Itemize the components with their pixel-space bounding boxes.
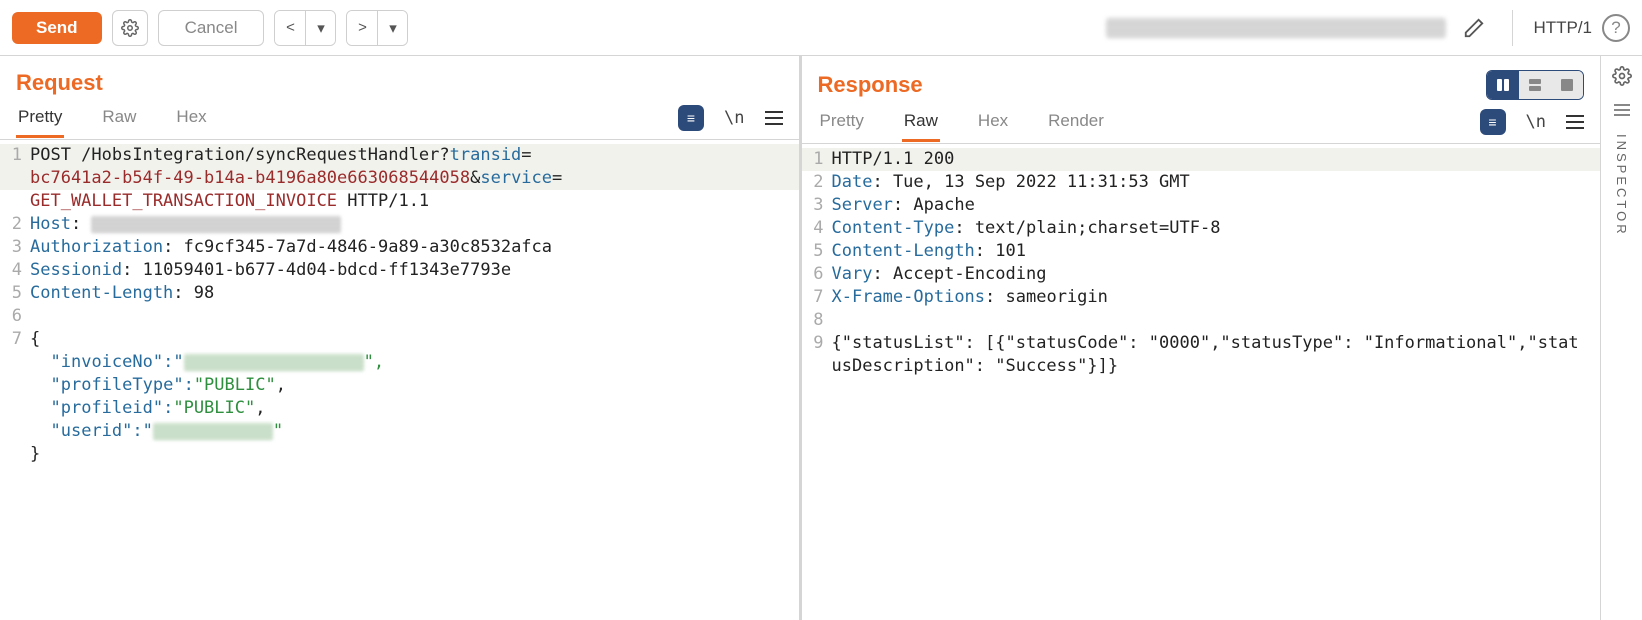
prev-dropdown[interactable]: ▾: [305, 11, 335, 45]
next-dropdown[interactable]: ▾: [377, 11, 407, 45]
rail-settings-button[interactable]: [1612, 66, 1632, 86]
help-button[interactable]: ?: [1602, 14, 1630, 42]
tab-request-pretty[interactable]: Pretty: [16, 97, 64, 138]
redacted-userid: [153, 423, 273, 440]
request-editor[interactable]: 1POST /HobsIntegration/syncRequestHandle…: [0, 140, 799, 620]
response-title: Response: [818, 72, 1487, 98]
protocol-label[interactable]: HTTP/1: [1533, 18, 1592, 38]
tab-response-raw[interactable]: Raw: [902, 101, 940, 142]
next-button[interactable]: >: [347, 11, 377, 45]
target-label: [1106, 18, 1446, 38]
prev-button[interactable]: <: [275, 11, 305, 45]
layout-horizontal-button[interactable]: [1519, 71, 1551, 99]
request-title: Request: [16, 70, 783, 96]
tab-response-render[interactable]: Render: [1046, 101, 1106, 142]
request-tabs: Pretty Raw Hex ≡ \n: [0, 96, 799, 140]
prev-group: < ▾: [274, 10, 336, 46]
response-menu-icon[interactable]: [1566, 115, 1584, 129]
redacted-host: [91, 216, 341, 233]
cancel-button[interactable]: Cancel: [158, 10, 265, 46]
tab-request-hex[interactable]: Hex: [174, 97, 208, 138]
request-actions-chip[interactable]: ≡: [678, 105, 704, 131]
gear-icon: [121, 19, 139, 37]
layout-vertical-button[interactable]: [1487, 71, 1519, 99]
tab-request-raw[interactable]: Raw: [100, 97, 138, 138]
gear-icon: [1612, 66, 1632, 86]
tab-response-hex[interactable]: Hex: [976, 101, 1010, 142]
send-button[interactable]: Send: [12, 12, 102, 44]
toolbar: Send Cancel < ▾ > ▾ HTTP/1 ?: [0, 0, 1642, 56]
wrap-toggle-response[interactable]: \n: [1526, 112, 1546, 132]
next-group: > ▾: [346, 10, 408, 46]
pencil-icon: [1463, 17, 1485, 39]
response-panel: Response Pretty Raw Hex Render ≡ \n 1HTT…: [799, 56, 1601, 620]
layout-single-button[interactable]: [1551, 71, 1583, 99]
request-panel: Request Pretty Raw Hex ≡ \n 1POST /HobsI…: [0, 56, 799, 620]
response-actions-chip[interactable]: ≡: [1480, 109, 1506, 135]
request-menu-icon[interactable]: [765, 111, 783, 125]
edit-target-button[interactable]: [1456, 10, 1492, 46]
redacted-invoice-no: [184, 354, 364, 371]
settings-button[interactable]: [112, 10, 148, 46]
layout-toggle: [1486, 70, 1584, 100]
inspector-tab[interactable]: INSPECTOR: [1614, 134, 1629, 237]
rail-divider-icon[interactable]: [1614, 104, 1630, 116]
wrap-toggle-request[interactable]: \n: [724, 108, 744, 128]
response-editor[interactable]: 1HTTP/1.1 200 2Date: Tue, 13 Sep 2022 11…: [802, 144, 1601, 620]
response-tabs: Pretty Raw Hex Render ≡ \n: [802, 100, 1601, 144]
right-rail: INSPECTOR: [1600, 56, 1642, 620]
tab-response-pretty[interactable]: Pretty: [818, 101, 866, 142]
